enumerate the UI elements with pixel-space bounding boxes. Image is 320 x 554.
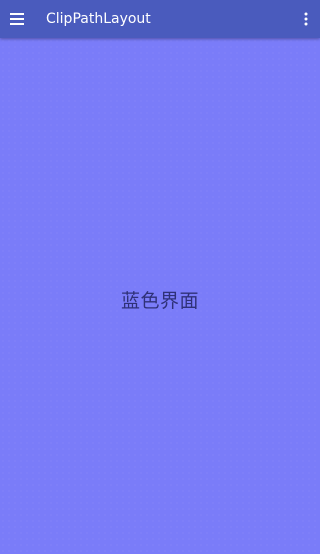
app-screen: ClipPathLayout 蓝色界面 — [0, 0, 320, 554]
blue-content-area: 蓝色界面 — [0, 38, 320, 554]
page-title: ClipPathLayout — [46, 11, 151, 27]
center-label: 蓝色界面 — [120, 290, 199, 312]
app-bar: ClipPathLayout — [0, 0, 320, 38]
more-vert-icon — [304, 12, 308, 26]
overflow-menu-button[interactable] — [294, 0, 318, 38]
menu-button[interactable] — [0, 0, 34, 38]
hamburger-menu-icon — [10, 13, 24, 25]
